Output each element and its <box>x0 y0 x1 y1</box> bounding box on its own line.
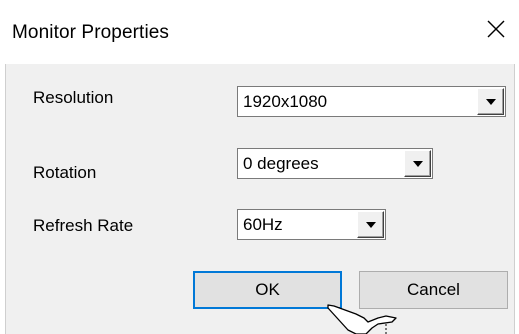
close-icon <box>487 20 505 38</box>
cancel-button[interactable]: Cancel <box>359 271 508 309</box>
resolution-value: 1920x1080 <box>243 92 328 111</box>
ok-button[interactable]: OK <box>193 271 342 309</box>
chevron-down-icon <box>412 160 423 167</box>
dialog-body: Resolution 1920x1080 Rotation 0 degrees … <box>5 64 515 334</box>
resolution-dropdown-button[interactable] <box>477 88 504 115</box>
cancel-button-label: Cancel <box>407 280 460 299</box>
window-title: Monitor Properties <box>12 22 170 43</box>
refresh-rate-label: Refresh Rate <box>33 216 134 235</box>
rotation-dropdown[interactable]: 0 degrees <box>237 148 433 179</box>
rotation-value: 0 degrees <box>243 154 319 173</box>
refresh-rate-dropdown[interactable]: 60Hz <box>237 209 386 240</box>
ok-button-label: OK <box>255 280 280 299</box>
rotation-label: Rotation <box>33 163 97 182</box>
chevron-down-icon <box>365 221 376 228</box>
refresh-rate-value: 60Hz <box>243 215 283 234</box>
close-button[interactable] <box>473 6 519 52</box>
monitor-properties-dialog: Monitor Properties Resolution 1920x1080 … <box>0 0 519 334</box>
chevron-down-icon <box>485 98 496 105</box>
resolution-label: Resolution <box>33 88 114 107</box>
title-bar[interactable]: Monitor Properties <box>0 0 519 64</box>
refresh-rate-dropdown-button[interactable] <box>357 211 384 238</box>
resolution-dropdown[interactable]: 1920x1080 <box>237 86 506 117</box>
rotation-dropdown-button[interactable] <box>404 150 431 177</box>
